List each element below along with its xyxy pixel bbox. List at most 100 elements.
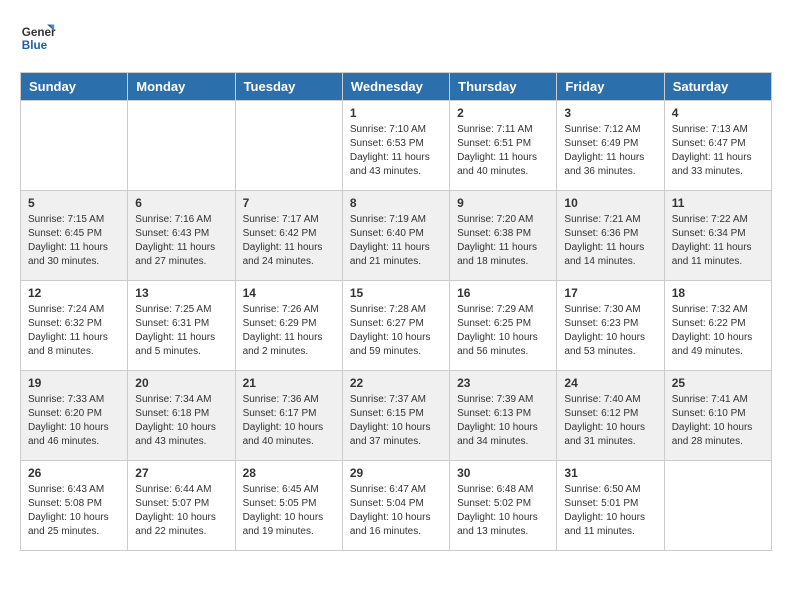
day-number: 11 — [672, 196, 764, 210]
day-number: 18 — [672, 286, 764, 300]
day-number: 13 — [135, 286, 227, 300]
svg-text:Blue: Blue — [22, 39, 48, 52]
day-number: 8 — [350, 196, 442, 210]
day-number: 30 — [457, 466, 549, 480]
day-number: 31 — [564, 466, 656, 480]
day-info: Sunrise: 7:30 AM Sunset: 6:23 PM Dayligh… — [564, 303, 656, 359]
day-info: Sunrise: 7:28 AM Sunset: 6:27 PM Dayligh… — [350, 303, 442, 359]
day-info: Sunrise: 7:34 AM Sunset: 6:18 PM Dayligh… — [135, 393, 227, 449]
day-info: Sunrise: 6:45 AM Sunset: 5:05 PM Dayligh… — [243, 483, 335, 539]
day-number: 24 — [564, 376, 656, 390]
day-number: 28 — [243, 466, 335, 480]
calendar-cell: 15 Sunrise: 7:28 AM Sunset: 6:27 PM Dayli… — [342, 281, 449, 371]
calendar-week-row: 12 Sunrise: 7:24 AM Sunset: 6:32 PM Dayli… — [21, 281, 772, 371]
calendar-cell: 26Sunrise: 6:43 AM Sunset: 5:08 PM Dayli… — [21, 461, 128, 551]
day-number: 7 — [243, 196, 335, 210]
calendar-week-row: 5 Sunrise: 7:15 AM Sunset: 6:45 PM Daylig… — [21, 191, 772, 281]
calendar-cell: 17 Sunrise: 7:30 AM Sunset: 6:23 PM Dayli… — [557, 281, 664, 371]
day-info: Sunrise: 7:10 AM Sunset: 6:53 PM Dayligh… — [350, 123, 442, 179]
day-info: Sunrise: 7:40 AM Sunset: 6:12 PM Dayligh… — [564, 393, 656, 449]
calendar-cell: 6 Sunrise: 7:16 AM Sunset: 6:43 PM Daylig… — [128, 191, 235, 281]
calendar-cell: 31 Sunrise: 6:50 AM Sunset: 5:01 PM Dayli… — [557, 461, 664, 551]
page-header: General Blue — [20, 20, 772, 56]
day-number: 2 — [457, 106, 549, 120]
calendar-week-row: 19 Sunrise: 7:33 AM Sunset: 6:20 PM Dayli… — [21, 371, 772, 461]
calendar-cell: 28 Sunrise: 6:45 AM Sunset: 5:05 PM Dayli… — [235, 461, 342, 551]
calendar-week-row: 1 Sunrise: 7:10 AM Sunset: 6:53 PM Daylig… — [21, 101, 772, 191]
day-info: Sunrise: 7:19 AM Sunset: 6:40 PM Dayligh… — [350, 213, 442, 269]
calendar-cell — [128, 101, 235, 191]
calendar-cell: 10 Sunrise: 7:21 AM Sunset: 6:36 PM Dayli… — [557, 191, 664, 281]
calendar-cell: 20 Sunrise: 7:34 AM Sunset: 6:18 PM Dayli… — [128, 371, 235, 461]
day-info: Sunrise: 7:17 AM Sunset: 6:42 PM Dayligh… — [243, 213, 335, 269]
day-number: 29 — [350, 466, 442, 480]
day-number: 12 — [28, 286, 120, 300]
day-info: Sunrise: 7:16 AM Sunset: 6:43 PM Dayligh… — [135, 213, 227, 269]
day-info: Sunrise: 6:44 AM Sunset: 5:07 PM Dayligh… — [135, 483, 227, 539]
weekday-header-friday: Friday — [557, 73, 664, 101]
day-number: 10 — [564, 196, 656, 210]
calendar-table: SundayMondayTuesdayWednesdayThursdayFrid… — [20, 72, 772, 551]
day-number: 20 — [135, 376, 227, 390]
day-number: 6 — [135, 196, 227, 210]
calendar-week-row: 26Sunrise: 6:43 AM Sunset: 5:08 PM Dayli… — [21, 461, 772, 551]
weekday-header-thursday: Thursday — [450, 73, 557, 101]
day-info: Sunrise: 7:33 AM Sunset: 6:20 PM Dayligh… — [28, 393, 120, 449]
calendar-cell: 23 Sunrise: 7:39 AM Sunset: 6:13 PM Dayli… — [450, 371, 557, 461]
day-info: Sunrise: 7:24 AM Sunset: 6:32 PM Dayligh… — [28, 303, 120, 359]
calendar-cell: 24 Sunrise: 7:40 AM Sunset: 6:12 PM Dayli… — [557, 371, 664, 461]
day-info: Sunrise: 7:15 AM Sunset: 6:45 PM Dayligh… — [28, 213, 120, 269]
day-number: 9 — [457, 196, 549, 210]
day-number: 1 — [350, 106, 442, 120]
calendar-cell: 13 Sunrise: 7:25 AM Sunset: 6:31 PM Dayli… — [128, 281, 235, 371]
calendar-cell: 21Sunrise: 7:36 AM Sunset: 6:17 PM Dayli… — [235, 371, 342, 461]
calendar-cell: 3 Sunrise: 7:12 AM Sunset: 6:49 PM Daylig… — [557, 101, 664, 191]
calendar-cell: 1 Sunrise: 7:10 AM Sunset: 6:53 PM Daylig… — [342, 101, 449, 191]
day-number: 15 — [350, 286, 442, 300]
day-info: Sunrise: 7:25 AM Sunset: 6:31 PM Dayligh… — [135, 303, 227, 359]
calendar-cell — [664, 461, 771, 551]
day-number: 17 — [564, 286, 656, 300]
day-number: 16 — [457, 286, 549, 300]
calendar-cell: 14 Sunrise: 7:26 AM Sunset: 6:29 PM Dayli… — [235, 281, 342, 371]
day-number: 3 — [564, 106, 656, 120]
weekday-header-saturday: Saturday — [664, 73, 771, 101]
day-number: 23 — [457, 376, 549, 390]
weekday-header-sunday: Sunday — [21, 73, 128, 101]
calendar-cell: 18 Sunrise: 7:32 AM Sunset: 6:22 PM Dayli… — [664, 281, 771, 371]
calendar-header-row: SundayMondayTuesdayWednesdayThursdayFrid… — [21, 73, 772, 101]
day-info: Sunrise: 7:41 AM Sunset: 6:10 PM Dayligh… — [672, 393, 764, 449]
calendar-cell: 4Sunrise: 7:13 AM Sunset: 6:47 PM Daylig… — [664, 101, 771, 191]
day-number: 14 — [243, 286, 335, 300]
logo-icon: General Blue — [20, 20, 56, 56]
day-info: Sunrise: 6:47 AM Sunset: 5:04 PM Dayligh… — [350, 483, 442, 539]
day-info: Sunrise: 7:37 AM Sunset: 6:15 PM Dayligh… — [350, 393, 442, 449]
day-info: Sunrise: 7:26 AM Sunset: 6:29 PM Dayligh… — [243, 303, 335, 359]
calendar-cell: 30 Sunrise: 6:48 AM Sunset: 5:02 PM Dayli… — [450, 461, 557, 551]
day-info: Sunrise: 6:43 AM Sunset: 5:08 PM Dayligh… — [28, 483, 120, 539]
day-number: 5 — [28, 196, 120, 210]
calendar-cell: 7 Sunrise: 7:17 AM Sunset: 6:42 PM Daylig… — [235, 191, 342, 281]
calendar-cell: 2 Sunrise: 7:11 AM Sunset: 6:51 PM Daylig… — [450, 101, 557, 191]
day-info: Sunrise: 7:22 AM Sunset: 6:34 PM Dayligh… — [672, 213, 764, 269]
day-info: Sunrise: 6:48 AM Sunset: 5:02 PM Dayligh… — [457, 483, 549, 539]
calendar-cell: 29 Sunrise: 6:47 AM Sunset: 5:04 PM Dayli… — [342, 461, 449, 551]
day-number: 25 — [672, 376, 764, 390]
day-info: Sunrise: 7:29 AM Sunset: 6:25 PM Dayligh… — [457, 303, 549, 359]
calendar-cell: 9Sunrise: 7:20 AM Sunset: 6:38 PM Daylig… — [450, 191, 557, 281]
weekday-header-monday: Monday — [128, 73, 235, 101]
calendar-cell: 22 Sunrise: 7:37 AM Sunset: 6:15 PM Dayli… — [342, 371, 449, 461]
calendar-cell: 16 Sunrise: 7:29 AM Sunset: 6:25 PM Dayli… — [450, 281, 557, 371]
day-info: Sunrise: 7:32 AM Sunset: 6:22 PM Dayligh… — [672, 303, 764, 359]
day-info: Sunrise: 7:36 AM Sunset: 6:17 PM Dayligh… — [243, 393, 335, 449]
day-info: Sunrise: 7:39 AM Sunset: 6:13 PM Dayligh… — [457, 393, 549, 449]
day-info: Sunrise: 7:12 AM Sunset: 6:49 PM Dayligh… — [564, 123, 656, 179]
day-info: Sunrise: 6:50 AM Sunset: 5:01 PM Dayligh… — [564, 483, 656, 539]
day-info: Sunrise: 7:11 AM Sunset: 6:51 PM Dayligh… — [457, 123, 549, 179]
svg-text:General: General — [22, 26, 56, 39]
day-number: 19 — [28, 376, 120, 390]
day-number: 4 — [672, 106, 764, 120]
day-number: 22 — [350, 376, 442, 390]
day-info: Sunrise: 7:21 AM Sunset: 6:36 PM Dayligh… — [564, 213, 656, 269]
calendar-cell: 11 Sunrise: 7:22 AM Sunset: 6:34 PM Dayli… — [664, 191, 771, 281]
